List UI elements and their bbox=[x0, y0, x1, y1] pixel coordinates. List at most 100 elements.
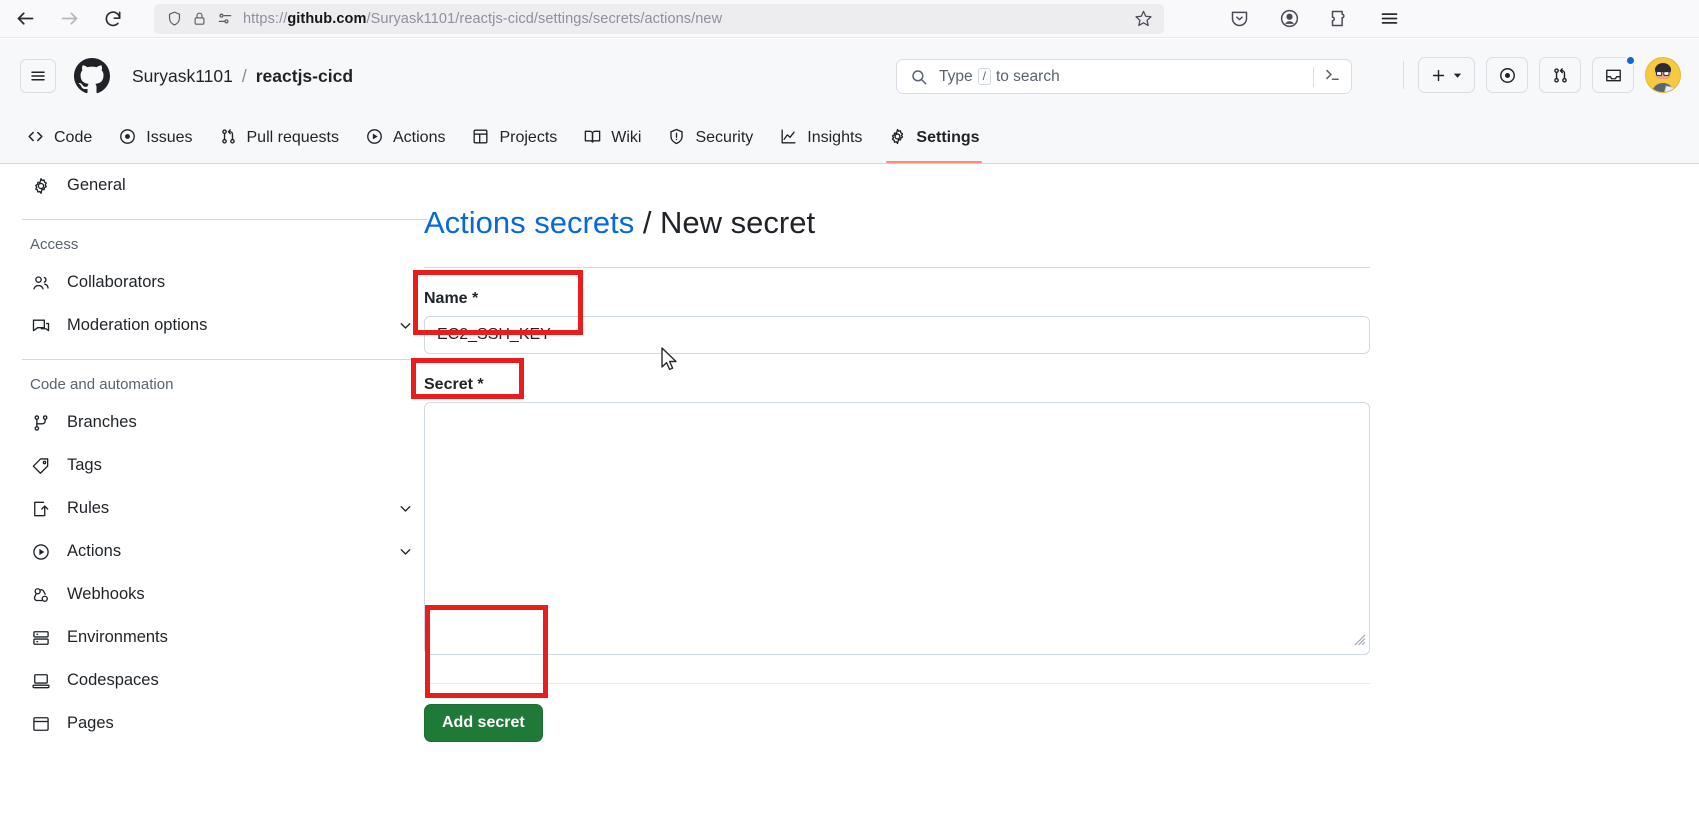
sidebar-group-code-automation-title: Code and automation bbox=[30, 376, 174, 393]
add-secret-button[interactable]: Add secret bbox=[424, 704, 543, 743]
main-content: Actions secrets / New secret Name * Secr… bbox=[424, 164, 1370, 743]
search-icon bbox=[910, 68, 928, 86]
shield-icon bbox=[667, 127, 686, 150]
sidebar-item-label: Pages bbox=[67, 714, 114, 732]
reload-button[interactable] bbox=[94, 4, 132, 34]
repo-tab-label: Code bbox=[54, 129, 93, 146]
extensions-button[interactable] bbox=[1324, 4, 1354, 34]
repo-tab-code[interactable]: Code bbox=[15, 114, 103, 163]
pocket-icon bbox=[1231, 11, 1247, 27]
repo-tab-wiki[interactable]: Wiki bbox=[572, 114, 652, 163]
forward-icon bbox=[61, 12, 77, 25]
pocket-button[interactable] bbox=[1224, 4, 1254, 34]
global-nav-toggle[interactable] bbox=[20, 59, 56, 93]
issue-opened-icon bbox=[1499, 67, 1515, 83]
page-title: Actions secrets / New secret bbox=[424, 164, 1370, 241]
repo-tab-issues[interactable]: Issues bbox=[107, 114, 203, 163]
lock-icon[interactable] bbox=[192, 10, 207, 27]
codespaces-icon bbox=[30, 671, 52, 691]
star-icon bbox=[1134, 10, 1152, 27]
account-icon bbox=[1280, 9, 1298, 28]
breadcrumb-owner[interactable]: Suryask1101 bbox=[132, 66, 233, 87]
webhook-icon bbox=[30, 585, 52, 605]
settings-sidebar: General Access Collaborators Moderation … bbox=[22, 164, 427, 745]
issues-button[interactable] bbox=[1486, 57, 1528, 93]
sidebar-divider bbox=[22, 359, 427, 360]
repo-tab-settings[interactable]: Settings bbox=[877, 114, 990, 163]
back-button[interactable] bbox=[6, 4, 44, 34]
sidebar-item-webhooks[interactable]: Webhooks bbox=[22, 573, 427, 616]
url-text[interactable]: https://github.com/Suryask1101/reactjs-c… bbox=[243, 11, 1121, 27]
play-icon bbox=[30, 542, 52, 562]
breadcrumb-separator: / bbox=[241, 65, 247, 86]
account-button[interactable] bbox=[1274, 4, 1304, 34]
repo-tab-actions[interactable]: Actions bbox=[354, 114, 456, 163]
sidebar-item-pages[interactable]: Pages bbox=[22, 702, 427, 745]
avatar-image bbox=[1646, 58, 1680, 92]
forward-button[interactable] bbox=[50, 4, 88, 34]
repo-tab-label: Projects bbox=[499, 129, 558, 146]
sidebar-item-tags[interactable]: Tags bbox=[22, 444, 427, 487]
page-title-link[interactable]: Actions secrets bbox=[424, 205, 634, 240]
search-slash-key: / bbox=[977, 68, 991, 85]
breadcrumb-repo[interactable]: reactjs-cicd bbox=[256, 66, 353, 87]
repo-tab-label: Wiki bbox=[611, 129, 642, 146]
chevron-down-icon[interactable] bbox=[397, 543, 414, 560]
sidebar-item-label: Rules bbox=[67, 499, 110, 517]
repo-tab-pull-requests[interactable]: Pull requests bbox=[208, 114, 351, 163]
sidebar-item-actions[interactable]: Actions bbox=[22, 530, 427, 573]
pull-requests-button[interactable] bbox=[1539, 57, 1581, 93]
sidebar-item-environments[interactable]: Environments bbox=[22, 616, 427, 659]
github-home-link[interactable] bbox=[74, 58, 110, 94]
chevron-down-icon[interactable] bbox=[397, 500, 414, 517]
sidebar-item-label: Environments bbox=[67, 628, 168, 646]
secret-name-input[interactable] bbox=[424, 316, 1370, 355]
people-icon bbox=[30, 273, 52, 293]
sidebar-item-collaborators[interactable]: Collaborators bbox=[22, 261, 427, 304]
repo-tab-projects[interactable]: Projects bbox=[460, 114, 568, 163]
search-input[interactable]: Type / to search bbox=[896, 59, 1352, 94]
sidebar-item-label: Webhooks bbox=[67, 585, 145, 603]
address-bar[interactable]: https://github.com/Suryask1101/reactjs-c… bbox=[154, 3, 1164, 34]
repo-tab-label: Settings bbox=[916, 129, 980, 146]
sidebar-item-general[interactable]: General bbox=[22, 164, 427, 207]
notification-indicator bbox=[1625, 55, 1636, 66]
avatar[interactable] bbox=[1645, 57, 1681, 93]
book-icon bbox=[583, 127, 602, 150]
github-header: Suryask1101 / reactjs-cicd Type / to searc… bbox=[0, 39, 1699, 113]
sidebar-item-rules[interactable]: Rules bbox=[22, 487, 427, 530]
secret-value-textarea[interactable] bbox=[424, 402, 1370, 656]
create-new-button[interactable] bbox=[1418, 57, 1475, 93]
resize-handle-icon[interactable] bbox=[1352, 632, 1366, 651]
chevron-down-icon[interactable] bbox=[397, 317, 414, 334]
notifications-button[interactable] bbox=[1592, 55, 1636, 93]
name-field-label: Name * bbox=[424, 290, 479, 308]
rules-icon bbox=[30, 499, 52, 519]
hamburger-icon bbox=[31, 71, 45, 81]
tag-icon bbox=[30, 456, 52, 476]
repo-tab-security[interactable]: Security bbox=[656, 114, 764, 163]
gear-icon bbox=[30, 176, 52, 196]
code-icon bbox=[26, 127, 45, 150]
sidebar-item-moderation-options[interactable]: Moderation options bbox=[22, 304, 427, 347]
issue-opened-icon bbox=[118, 127, 137, 150]
graph-icon bbox=[779, 127, 798, 150]
reload-icon bbox=[105, 10, 121, 26]
shield-icon[interactable] bbox=[166, 10, 183, 27]
app-menu-button[interactable] bbox=[1374, 4, 1404, 34]
page-title-separator: / bbox=[634, 205, 661, 240]
page-title-current: New secret bbox=[660, 205, 816, 240]
github-logo bbox=[74, 58, 110, 94]
repo-tab-label: Security bbox=[695, 129, 754, 146]
search-placeholder: Type / to search bbox=[939, 67, 1060, 85]
repo-tab-label: Issues bbox=[146, 129, 193, 146]
sidebar-item-branches[interactable]: Branches bbox=[22, 401, 427, 444]
sidebar-item-codespaces[interactable]: Codespaces bbox=[22, 659, 427, 702]
inbox-icon bbox=[1605, 69, 1621, 81]
repo-tab-insights[interactable]: Insights bbox=[768, 114, 873, 163]
reader-view-icon[interactable] bbox=[216, 10, 234, 27]
bookmark-button[interactable] bbox=[1130, 9, 1156, 28]
sidebar-item-label: General bbox=[67, 176, 126, 194]
command-palette-icon[interactable] bbox=[1323, 65, 1342, 89]
header-actions bbox=[1403, 55, 1681, 93]
